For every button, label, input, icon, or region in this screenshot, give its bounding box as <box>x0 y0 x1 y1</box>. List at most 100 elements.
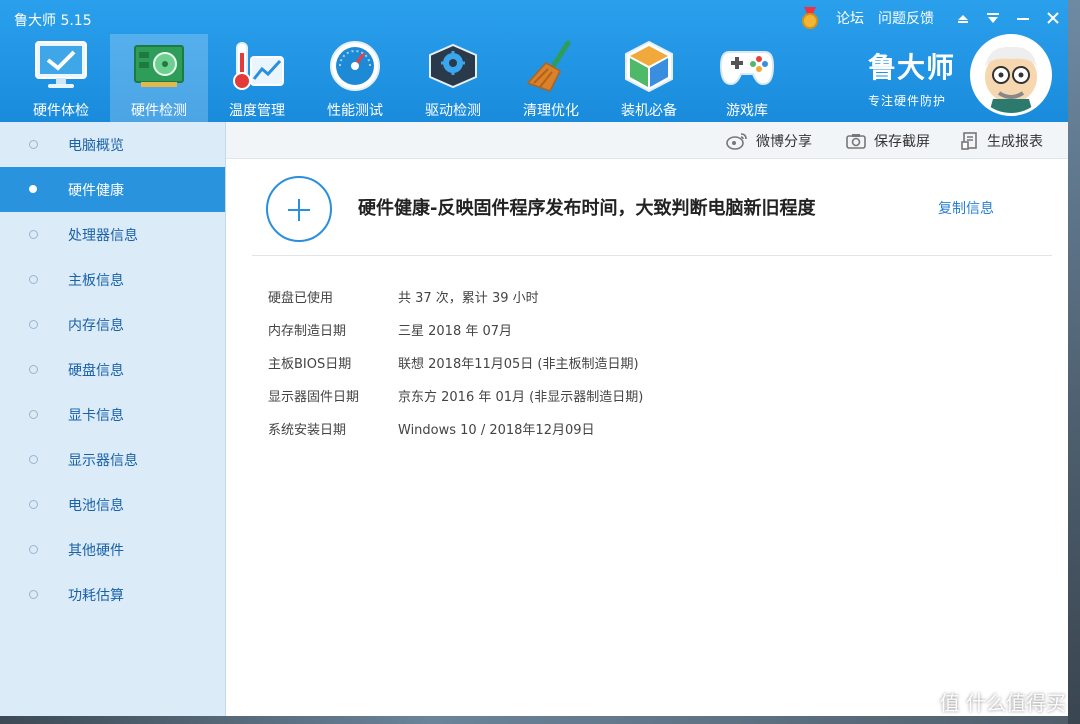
tool-performance[interactable]: 性能测试 <box>306 34 404 122</box>
main-toolbar: 硬件体检 硬件检测 温度管理 性能测试 驱动检测 清理优化 装机必备 游戏库 <box>12 34 796 122</box>
save-screenshot-button[interactable]: 保存截屏 <box>846 122 930 159</box>
brand-slogan: 专注硬件防护 <box>868 94 947 108</box>
bullet-icon <box>29 500 38 509</box>
sidebar-item-label: 内存信息 <box>68 317 124 334</box>
sidebar-item-gpu[interactable]: 显卡信息 <box>0 392 225 437</box>
broom-icon <box>523 38 579 94</box>
info-key: 系统安装日期 <box>268 423 347 438</box>
tool-label: 清理优化 <box>523 103 579 119</box>
tool-driver[interactable]: 驱动检测 <box>404 34 502 122</box>
sidebar-item-other[interactable]: 其他硬件 <box>0 527 225 572</box>
close-icon[interactable] <box>1038 6 1068 30</box>
info-value: 联想 2018年11月05日 (非主板制造日期) <box>398 357 639 372</box>
section-header: 硬件健康-反映固件程序发布时间，大致判断电脑新旧程度 复制信息 <box>252 172 1052 256</box>
tool-hardware-detect[interactable]: 硬件检测 <box>110 34 208 122</box>
bullet-icon <box>29 230 38 239</box>
bullet-icon <box>29 410 38 419</box>
sidebar-item-motherboard[interactable]: 主板信息 <box>0 257 225 302</box>
bullet-icon <box>29 275 38 284</box>
info-row: 显示器固件日期 京东方 2016 年 01月 (非显示器制造日期) <box>268 379 643 412</box>
info-key: 显示器固件日期 <box>268 390 360 405</box>
tool-label: 硬件体检 <box>33 103 89 119</box>
forum-link[interactable]: 论坛 <box>836 8 864 28</box>
sidebar-item-label: 主板信息 <box>68 272 124 289</box>
bullet-icon <box>29 365 38 374</box>
medal-icon[interactable] <box>800 7 820 29</box>
bullet-icon <box>29 545 38 554</box>
tool-games[interactable]: 游戏库 <box>698 34 796 122</box>
brand: 鲁大师 专注硬件防护 <box>868 46 964 109</box>
camera-icon <box>846 133 866 149</box>
window-title: 鲁大师 5.15 <box>14 13 92 29</box>
weibo-share-button[interactable]: 微博分享 <box>726 122 812 159</box>
sidebar-item-label: 显示器信息 <box>68 452 138 469</box>
tool-hardware-checkup[interactable]: 硬件体检 <box>12 34 110 122</box>
minimize-icon[interactable] <box>1008 6 1038 30</box>
info-table: 硬盘已使用 共 37 次，累计 39 小时 内存制造日期 三星 2018 年 0… <box>268 280 643 445</box>
watermark-text: 值 什么值得买 <box>939 691 1066 715</box>
sidebar-item-label: 硬件健康 <box>68 182 124 199</box>
feedback-link[interactable]: 问题反馈 <box>878 8 934 28</box>
bullet-icon <box>29 590 38 599</box>
skin-icon[interactable] <box>948 6 978 30</box>
tool-label: 游戏库 <box>726 103 768 119</box>
bullet-icon <box>29 320 38 329</box>
gamepad-icon <box>719 38 775 94</box>
sidebar-item-memory[interactable]: 内存信息 <box>0 302 225 347</box>
tool-label: 装机必备 <box>621 103 677 119</box>
app-header: 鲁大师 5.15 论坛 问题反馈 硬件体检 硬件检测 温度管理 性能测试 驱动检… <box>0 0 1068 122</box>
info-row: 系统安装日期 Windows 10 / 2018年12月09日 <box>268 412 643 445</box>
hardware-board-icon <box>131 38 187 94</box>
plus-circle-icon <box>266 176 332 242</box>
content-toolbar: 微博分享 保存截屏 生成报表 <box>226 122 1068 159</box>
sidebar-item-cpu[interactable]: 处理器信息 <box>0 212 225 257</box>
desktop-background <box>0 716 1080 724</box>
driver-gear-icon <box>425 38 481 94</box>
weibo-icon <box>726 132 748 150</box>
menu-icon[interactable] <box>978 6 1008 30</box>
sidebar-item-overview[interactable]: 电脑概览 <box>0 122 225 167</box>
info-value: 三星 2018 年 07月 <box>398 324 513 339</box>
sidebar-item-label: 电脑概览 <box>68 137 124 154</box>
sidebar-item-disk[interactable]: 硬盘信息 <box>0 347 225 392</box>
tool-label: 驱动检测 <box>425 103 481 119</box>
bullet-icon <box>29 185 37 193</box>
sidebar-item-label: 处理器信息 <box>68 227 138 244</box>
info-row: 主板BIOS日期 联想 2018年11月05日 (非主板制造日期) <box>268 346 643 379</box>
sidebar-item-label: 其他硬件 <box>68 542 124 559</box>
title-bar-actions: 论坛 问题反馈 <box>800 6 1068 30</box>
package-box-icon <box>621 38 677 94</box>
sidebar-item-battery[interactable]: 电池信息 <box>0 482 225 527</box>
tool-label: 温度管理 <box>229 103 285 119</box>
bullet-icon <box>29 140 38 149</box>
info-value: 京东方 2016 年 01月 (非显示器制造日期) <box>398 390 644 405</box>
info-key: 内存制造日期 <box>268 324 347 339</box>
tool-label: 性能测试 <box>327 103 383 119</box>
info-value: Windows 10 / 2018年12月09日 <box>398 423 595 438</box>
report-icon <box>961 131 979 150</box>
copy-info-link[interactable]: 复制信息 <box>938 198 994 218</box>
save-screenshot-label: 保存截屏 <box>874 133 930 150</box>
info-value: 共 37 次，累计 39 小时 <box>398 291 539 306</box>
brand-name: 鲁大师 <box>868 51 956 84</box>
sidebar-item-label: 电池信息 <box>68 497 124 514</box>
sidebar-item-display[interactable]: 显示器信息 <box>0 437 225 482</box>
generate-report-button[interactable]: 生成报表 <box>961 122 1043 159</box>
sidebar-item-label: 显卡信息 <box>68 407 124 424</box>
info-row: 硬盘已使用 共 37 次，累计 39 小时 <box>268 280 643 313</box>
speedometer-icon <box>327 38 383 94</box>
info-key: 硬盘已使用 <box>268 291 334 306</box>
main-content: 微博分享 保存截屏 生成报表 硬件健康-反映固件程序发布时间，大致判断电脑新旧程… <box>226 122 1068 716</box>
sidebar: 电脑概览 硬件健康 处理器信息 主板信息 内存信息 硬盘信息 显卡信息 显示器信… <box>0 122 226 716</box>
sidebar-item-power[interactable]: 功耗估算 <box>0 572 225 617</box>
tool-temperature[interactable]: 温度管理 <box>208 34 306 122</box>
watermark: 值 什么值得买 <box>940 687 1066 716</box>
bullet-icon <box>29 455 38 464</box>
sidebar-item-hardware-health[interactable]: 硬件健康 <box>0 167 225 212</box>
weibo-share-label: 微博分享 <box>756 133 812 150</box>
desktop-background-right <box>1068 0 1080 724</box>
tool-essentials[interactable]: 装机必备 <box>600 34 698 122</box>
mascot-avatar[interactable] <box>970 34 1052 116</box>
generate-report-label: 生成报表 <box>987 133 1043 150</box>
tool-cleanup[interactable]: 清理优化 <box>502 34 600 122</box>
